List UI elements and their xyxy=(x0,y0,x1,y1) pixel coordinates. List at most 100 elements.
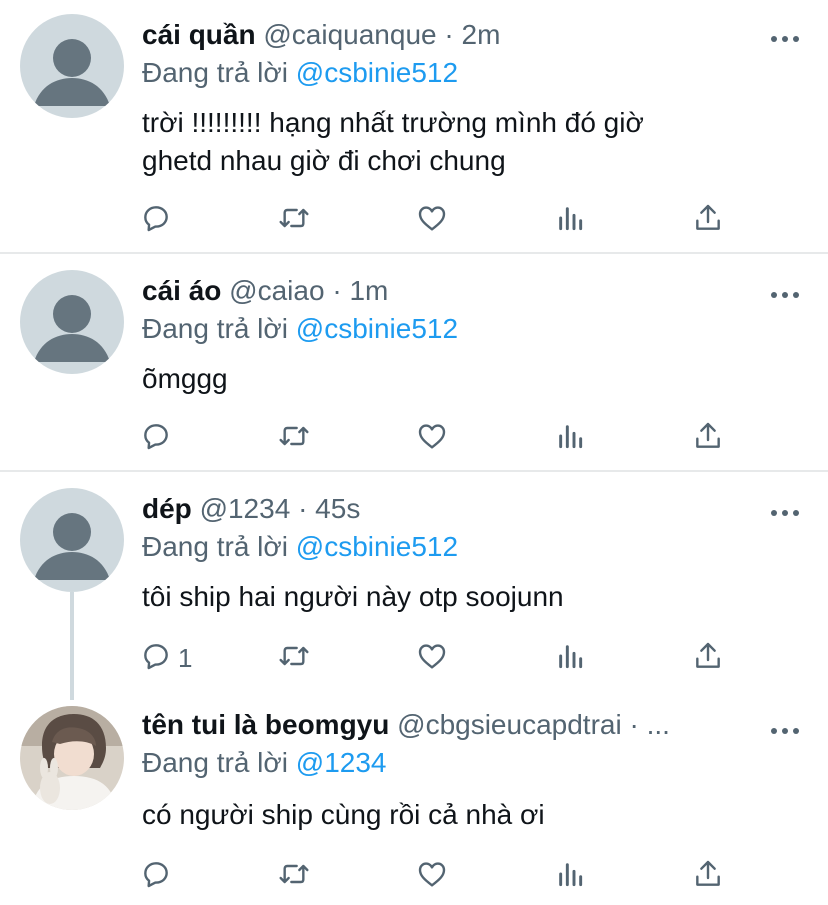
share-button[interactable] xyxy=(692,858,724,894)
like-button[interactable] xyxy=(416,640,448,676)
replying-to: Đang trả lời @1234 xyxy=(142,746,386,780)
action-bar xyxy=(140,858,740,894)
reply-button[interactable] xyxy=(140,420,178,456)
replying-to-label: Đang trả lời xyxy=(142,313,288,344)
views-button[interactable] xyxy=(554,640,586,676)
views-button[interactable] xyxy=(554,202,586,238)
tweet-1[interactable]: cái quần @caiquanque · 2m Đang trả lời @… xyxy=(0,0,828,252)
comment-icon xyxy=(140,202,172,239)
display-name[interactable]: cái quần xyxy=(142,19,256,50)
avatar[interactable] xyxy=(20,488,124,592)
photo-avatar xyxy=(20,706,124,810)
user-handle[interactable]: @1234 xyxy=(200,493,291,524)
tweet-3[interactable]: dép @1234 · 45s Đang trả lời @csbinie512… xyxy=(0,472,828,694)
more-icon[interactable] xyxy=(770,30,800,42)
like-button[interactable] xyxy=(416,202,448,238)
comment-icon xyxy=(140,858,172,895)
separator-dot: · xyxy=(332,275,342,306)
share-icon xyxy=(692,420,724,457)
tweet-2[interactable]: cái áo @caiao · 1m Đang trả lời @csbinie… xyxy=(0,254,828,470)
retweet-button[interactable] xyxy=(278,640,310,676)
like-button[interactable] xyxy=(416,858,448,894)
heart-icon xyxy=(416,640,448,677)
comment-icon xyxy=(140,420,172,457)
tweet-header: tên tui là beomgyu @cbgsieucapdtrai · ..… xyxy=(142,708,670,742)
timestamp[interactable]: 1m xyxy=(349,275,388,306)
mention-link[interactable]: @csbinie512 xyxy=(296,531,458,562)
heart-icon xyxy=(416,420,448,457)
replying-to: Đang trả lời @csbinie512 xyxy=(142,56,458,90)
reply-button[interactable] xyxy=(140,202,178,238)
mention-link[interactable]: @1234 xyxy=(296,747,387,778)
reply-count: 1 xyxy=(178,642,193,673)
user-handle[interactable]: @cbgsieucapdtrai xyxy=(397,709,622,740)
share-icon xyxy=(692,858,724,895)
retweet-icon xyxy=(278,420,310,457)
retweet-icon xyxy=(278,202,310,239)
more-icon[interactable] xyxy=(770,504,800,516)
mention-link[interactable]: @csbinie512 xyxy=(296,313,458,344)
action-bar xyxy=(140,202,740,238)
timestamp[interactable]: ... xyxy=(647,709,670,740)
retweet-button[interactable] xyxy=(278,420,310,456)
tweet-header: dép @1234 · 45s xyxy=(142,492,360,526)
avatar[interactable] xyxy=(20,270,124,374)
action-bar xyxy=(140,420,740,456)
analytics-icon xyxy=(554,202,586,239)
tweet-4[interactable]: tên tui là beomgyu @cbgsieucapdtrai · ..… xyxy=(0,694,828,905)
share-button[interactable] xyxy=(692,420,724,456)
separator-dot: · xyxy=(444,19,454,50)
tweet-text-line: trời !!!!!!!!! hạng nhất trường mình đó … xyxy=(142,107,644,138)
replying-to-label: Đang trả lời xyxy=(142,747,288,778)
timestamp[interactable]: 2m xyxy=(462,19,501,50)
replying-to-label: Đang trả lời xyxy=(142,531,288,562)
analytics-icon xyxy=(554,858,586,895)
reply-button[interactable] xyxy=(140,858,178,894)
more-icon[interactable] xyxy=(770,286,800,298)
tweet-text: có người ship cùng rồi cả nhà ơi xyxy=(142,796,782,834)
comment-icon xyxy=(140,640,172,677)
tweet-text-line: tôi ship hai người này otp soojunn xyxy=(142,581,564,612)
share-icon xyxy=(692,640,724,677)
share-icon xyxy=(692,202,724,239)
tweet-header: cái áo @caiao · 1m xyxy=(142,274,388,308)
share-button[interactable] xyxy=(692,202,724,238)
action-bar: 1 xyxy=(140,640,740,676)
analytics-icon xyxy=(554,420,586,457)
retweet-button[interactable] xyxy=(278,858,310,894)
tweet-header: cái quần @caiquanque · 2m xyxy=(142,18,500,52)
replying-to: Đang trả lời @csbinie512 xyxy=(142,312,458,346)
views-button[interactable] xyxy=(554,420,586,456)
user-handle[interactable]: @caiao xyxy=(229,275,324,306)
timestamp[interactable]: 45s xyxy=(315,493,360,524)
tweet-text-line: õmggg xyxy=(142,363,228,394)
display-name[interactable]: dép xyxy=(142,493,192,524)
avatar[interactable] xyxy=(20,706,124,810)
mention-link[interactable]: @csbinie512 xyxy=(296,57,458,88)
tweet-text-line: có người ship cùng rồi cả nhà ơi xyxy=(142,799,545,830)
display-name[interactable]: tên tui là beomgyu xyxy=(142,709,389,740)
retweet-icon xyxy=(278,640,310,677)
tweet-text: õmggg xyxy=(142,360,782,398)
tweet-text-line: ghetd nhau giờ đi chơi chung xyxy=(142,145,506,176)
share-button[interactable] xyxy=(692,640,724,676)
reply-button[interactable]: 1 xyxy=(140,640,192,676)
tweet-text: trời !!!!!!!!! hạng nhất trường mình đó … xyxy=(142,104,782,180)
like-button[interactable] xyxy=(416,420,448,456)
display-name[interactable]: cái áo xyxy=(142,275,221,306)
user-handle[interactable]: @caiquanque xyxy=(263,19,436,50)
replying-to-label: Đang trả lời xyxy=(142,57,288,88)
retweet-icon xyxy=(278,858,310,895)
heart-icon xyxy=(416,202,448,239)
heart-icon xyxy=(416,858,448,895)
avatar[interactable] xyxy=(20,14,124,118)
retweet-button[interactable] xyxy=(278,202,310,238)
analytics-icon xyxy=(554,640,586,677)
tweet-text: tôi ship hai người này otp soojunn xyxy=(142,578,782,616)
separator-dot: · xyxy=(629,709,639,740)
views-button[interactable] xyxy=(554,858,586,894)
more-icon[interactable] xyxy=(770,722,800,734)
replying-to: Đang trả lời @csbinie512 xyxy=(142,530,458,564)
thread-connector xyxy=(70,592,74,700)
separator-dot: · xyxy=(298,493,308,524)
